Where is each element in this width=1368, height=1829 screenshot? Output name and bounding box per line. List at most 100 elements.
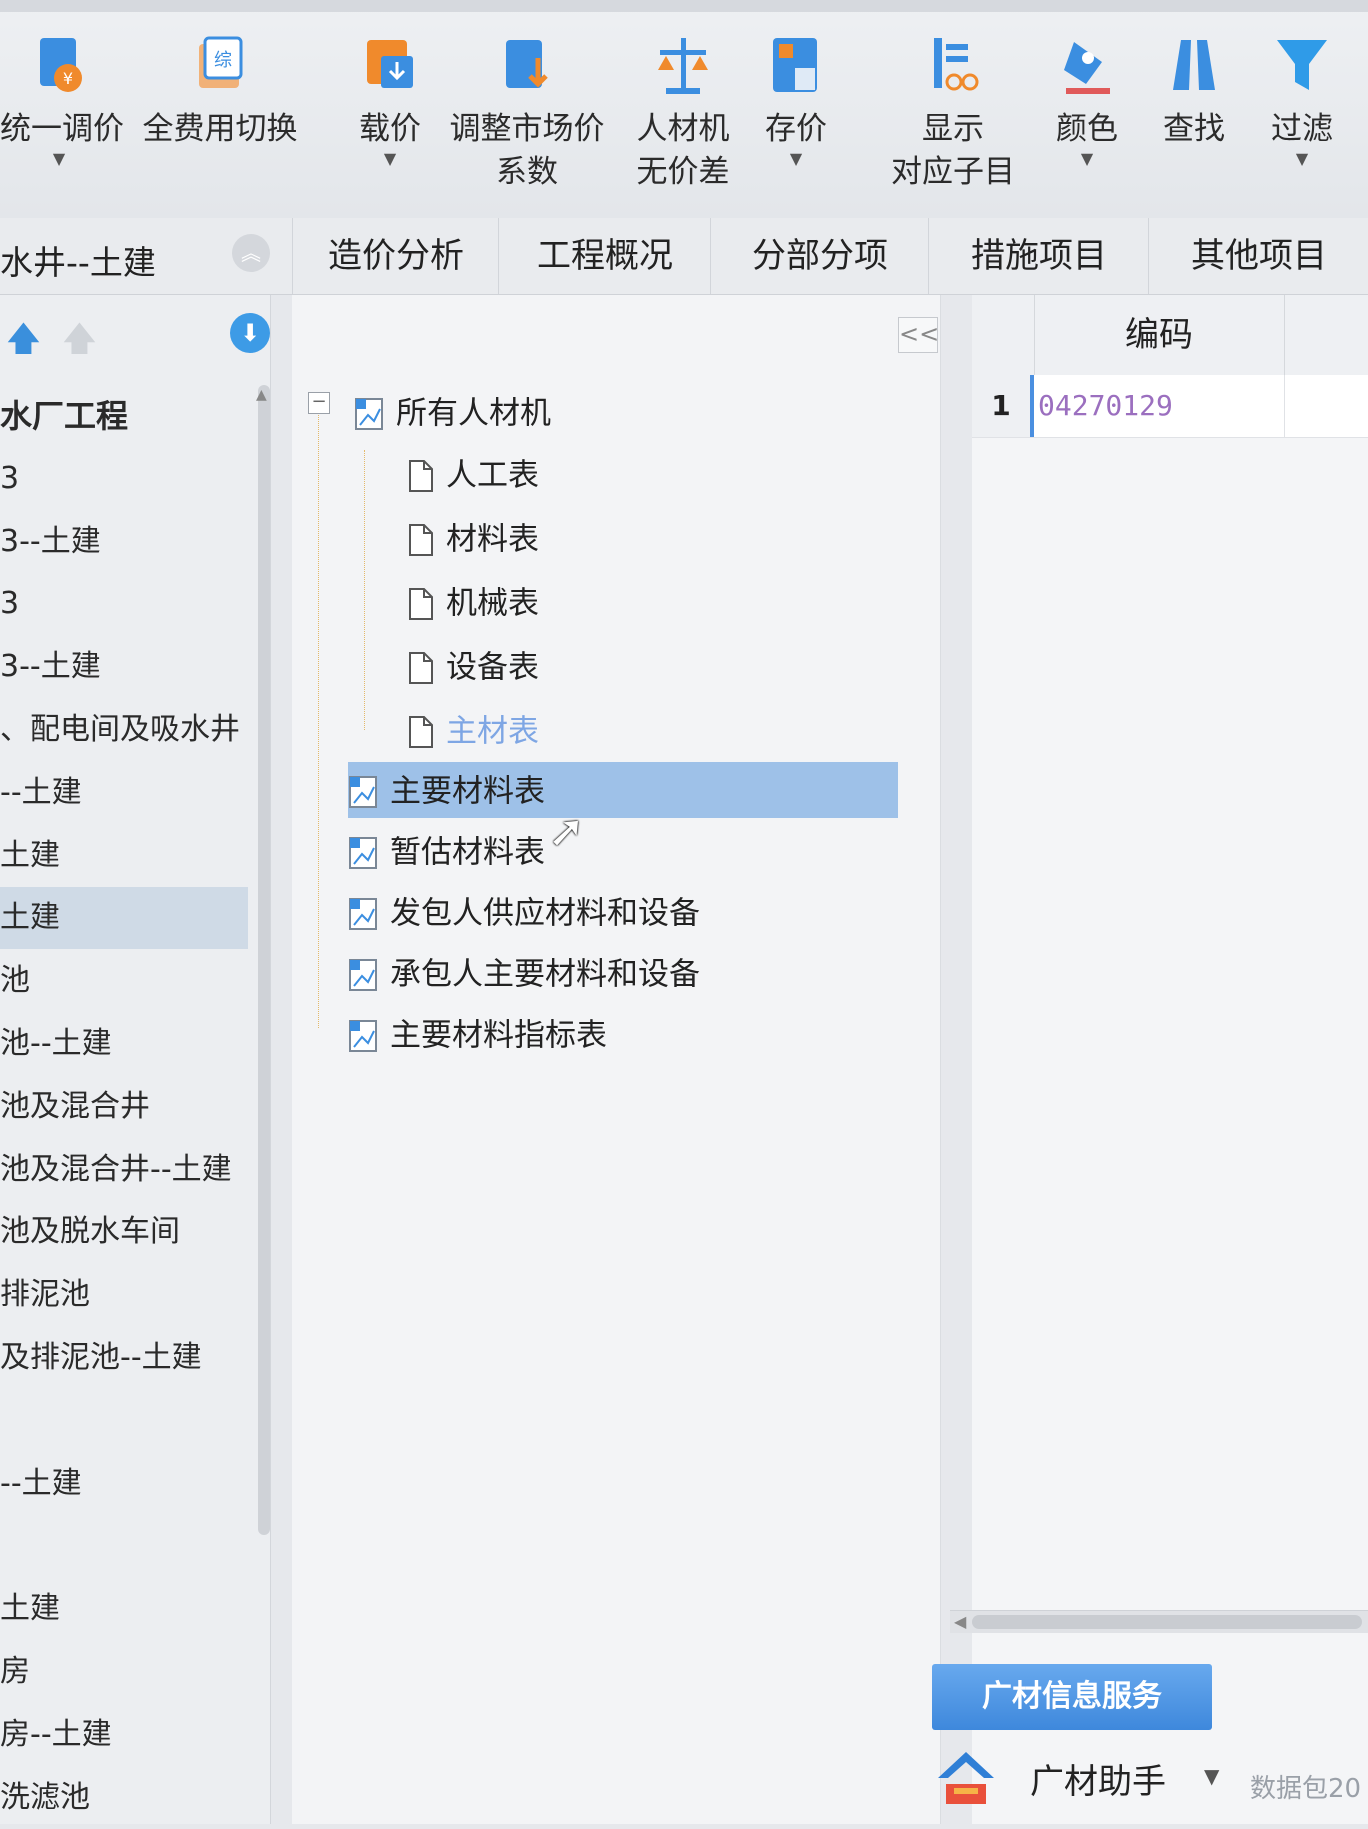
grid-header: 编码 <box>972 295 1368 376</box>
project-list-item[interactable]: 3 <box>0 573 248 635</box>
document-icon <box>409 459 433 492</box>
project-list-item[interactable]: 水厂工程 <box>0 385 248 447</box>
scroll-left-icon[interactable]: ◀ <box>954 1611 966 1633</box>
tree-node-child[interactable]: 人工表 <box>404 446 539 502</box>
collapse-node-icon[interactable]: − <box>308 392 330 414</box>
material-helper-bar: 广材助手 ▼ 数据包20 <box>934 1740 1368 1824</box>
document-icon <box>409 587 433 620</box>
scale-icon <box>658 38 708 94</box>
project-list-item[interactable]: 房--土建 <box>0 1704 248 1766</box>
save-price-icon <box>773 38 817 92</box>
data-package-label: 数据包20 <box>1250 1774 1362 1804</box>
tab-sub-items[interactable]: 分部分项 <box>710 218 929 294</box>
menu-strip <box>0 0 1368 12</box>
document-icon <box>409 523 433 556</box>
tree-node-report[interactable]: 暂估材料表 <box>348 823 545 879</box>
dropdown-arrow-icon[interactable]: ▼ <box>0 150 118 168</box>
move-up-icon[interactable]: 🡅 <box>6 315 41 372</box>
table-icon <box>349 958 377 991</box>
filter-button[interactable]: 过滤 ▼ <box>1262 34 1342 168</box>
project-list-item[interactable]: 池及混合井--土建 <box>0 1139 248 1201</box>
project-list-item[interactable]: 排泥池 <box>0 1264 248 1326</box>
project-list-item[interactable]: 房 <box>0 1641 248 1703</box>
binoculars-icon <box>1173 40 1215 90</box>
tab-cost-analysis[interactable]: 造价分析 <box>292 218 499 294</box>
project-list-item[interactable]: 及排泥池--土建 <box>0 1327 248 1389</box>
project-tree-panel: 🡅 🡅 ⬇ ▲ 水厂工程 3 3--土建 3 3--土建 、配电间及吸水井 --土建 土建 土建… <box>0 295 271 1824</box>
tree-guide-line <box>318 395 319 1028</box>
load-price-button[interactable]: 载价 ▼ <box>350 34 430 168</box>
tree-node-child[interactable]: 机械表 <box>404 574 539 630</box>
tree-node-child[interactable]: 主材表 <box>404 702 539 758</box>
tree-node-report[interactable]: 主要材料指标表 <box>348 1006 607 1062</box>
project-list-item[interactable]: 池及脱水车间 <box>0 1201 248 1263</box>
color-button[interactable]: 颜色 ▼ <box>1046 34 1128 168</box>
collapse-up-icon[interactable]: ︽ <box>232 234 270 272</box>
dropdown-arrow-icon[interactable]: ▼ <box>750 150 842 168</box>
tree-node-report[interactable]: 承包人主要材料和设备 <box>348 945 700 1001</box>
project-list-item[interactable]: 3--土建 <box>0 636 248 698</box>
tab-measures[interactable]: 措施项目 <box>928 218 1149 294</box>
project-list-item[interactable]: 土建 <box>0 1578 248 1640</box>
scrollbar-thumb[interactable] <box>972 1615 1362 1629</box>
horizontal-scrollbar[interactable]: ◀ <box>950 1610 1368 1633</box>
move-up-disabled-icon: 🡅 <box>62 319 97 359</box>
table-row[interactable]: 1 04270129 <box>972 375 1368 438</box>
project-list-item[interactable]: --土建 <box>0 762 248 824</box>
tree-node-child[interactable]: 设备表 <box>404 638 539 694</box>
funnel-icon <box>1277 40 1327 90</box>
adjust-market-price-button[interactable]: 调整市场价 系数 <box>446 34 608 194</box>
project-tree-toolbar: 🡅 🡅 ⬇ <box>0 295 270 370</box>
adjust-market-price-icon <box>506 40 548 88</box>
project-list-item[interactable]: 、配电间及吸水井 <box>0 699 248 761</box>
unify-price-button[interactable]: ¥ 统一调价 ▼ <box>0 34 124 168</box>
document-icon <box>409 715 433 748</box>
table-icon <box>349 1019 377 1052</box>
tree-node-label: 发包人供应材料和设备 <box>390 895 700 932</box>
collapse-panel-button[interactable]: << <box>898 317 939 353</box>
data-grid: 编码 1 04270129 <box>972 295 1368 1824</box>
project-list-item[interactable]: 土建 <box>0 825 248 887</box>
code-cell[interactable]: 04270129 <box>1038 375 1173 437</box>
find-button[interactable]: 查找 <box>1156 34 1232 150</box>
tree-node-label: 机械表 <box>446 585 539 622</box>
tab-other-items[interactable]: 其他项目 <box>1148 218 1368 294</box>
download-icon[interactable]: ⬇ <box>230 313 270 353</box>
dropdown-arrow-icon[interactable]: ▼ <box>350 150 430 168</box>
project-list-item[interactable] <box>0 1390 248 1452</box>
column-header-code[interactable]: 编码 <box>1034 295 1285 375</box>
dropdown-arrow-icon[interactable]: ▼ <box>1204 1764 1219 1788</box>
tree-node-report[interactable]: 主要材料表 <box>348 762 898 818</box>
tree-node-label: 暂估材料表 <box>390 834 545 871</box>
grid-corner <box>972 295 1035 375</box>
tree-node-report[interactable]: 发包人供应材料和设备 <box>348 884 700 940</box>
show-sub-items-button[interactable]: 显示 对应子目 <box>880 34 1026 194</box>
dropdown-arrow-icon[interactable]: ▼ <box>1046 150 1128 168</box>
project-list-item[interactable]: 洗滤池 <box>0 1767 248 1829</box>
tree-node-child[interactable]: 材料表 <box>404 510 539 566</box>
tree-node-label: 人工表 <box>446 457 539 494</box>
scroll-up-icon[interactable]: ▲ <box>256 387 267 403</box>
project-list-item[interactable]: 池--土建 <box>0 1013 248 1075</box>
tree-node-label: 所有人材机 <box>396 395 551 432</box>
dropdown-arrow-icon[interactable]: ▼ <box>1262 150 1342 168</box>
mouse-cursor-icon: ➚ <box>548 806 585 857</box>
svg-text:¥: ¥ <box>63 69 73 88</box>
no-price-diff-button[interactable]: 人材机 无价差 <box>628 34 738 194</box>
table-icon <box>349 775 377 808</box>
project-list-item[interactable]: 土建 <box>0 887 248 950</box>
project-list-item[interactable]: 池及混合井 <box>0 1076 248 1138</box>
project-list-item[interactable]: 池 <box>0 950 248 1012</box>
material-info-service-button[interactable]: 广材信息服务 <box>932 1664 1212 1730</box>
project-list-item[interactable] <box>0 1515 248 1577</box>
save-price-button[interactable]: 存价 ▼ <box>750 34 842 168</box>
tab-project-overview[interactable]: 工程概况 <box>498 218 711 294</box>
tree-node-root[interactable]: 所有人材机 <box>354 384 551 440</box>
project-list-item[interactable]: --土建 <box>0 1453 248 1515</box>
full-cost-switch-button[interactable]: 综 全费用切换 <box>140 34 300 150</box>
project-list-item[interactable]: 3--土建 <box>0 511 248 573</box>
helper-label[interactable]: 广材助手 <box>1030 1754 1166 1803</box>
project-list-item[interactable]: 3 <box>0 448 248 510</box>
vertical-scrollbar[interactable] <box>258 385 270 1535</box>
table-icon <box>355 397 383 430</box>
